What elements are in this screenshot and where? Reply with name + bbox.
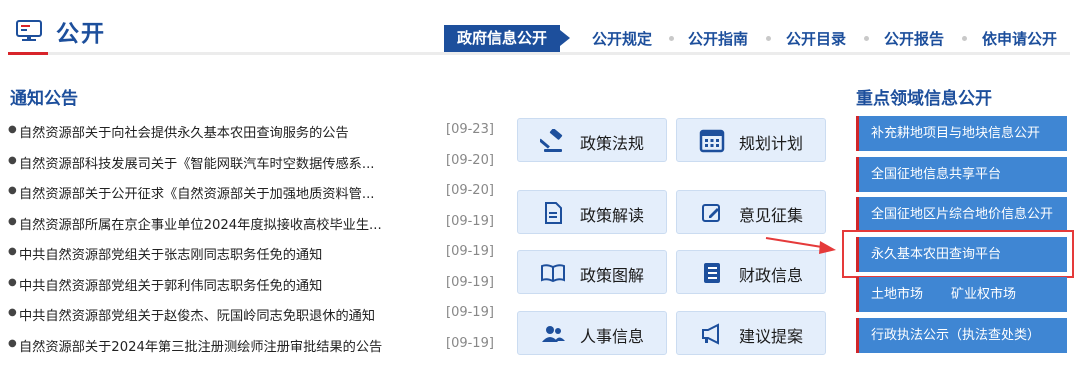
bullet-icon: ●	[8, 154, 17, 166]
notice-link[interactable]: 中共自然资源部党组关于赵俊杰、阮国岭同志免职退休的通知	[19, 305, 424, 324]
bullet-icon: ●	[8, 307, 17, 318]
notice-item[interactable]: ● 自然资源部关于公开征求《自然资源部关于加强地质资料管... [09-20]	[8, 179, 494, 210]
notice-date: [09-19]	[446, 335, 494, 351]
book-icon	[541, 264, 565, 283]
notice-link[interactable]: 自然资源部关于2024年第三批注册测绘师注册审批结果的公告	[19, 336, 424, 355]
service-label: 人事信息	[580, 327, 645, 346]
notice-date: [09-23]	[446, 122, 494, 137]
service-button-personnel-info[interactable]: 人事信息	[517, 311, 667, 355]
service-button-policy-graphics[interactable]: 政策图解	[517, 250, 667, 294]
focus-link-land-acquisition-platform[interactable]: 全国征地信息共享平台	[856, 157, 1067, 192]
notice-link[interactable]: 自然资源部科技发展司关于《智能网联汽车时空数据传感系...	[19, 153, 424, 172]
nav-tab-rules[interactable]: 公开规定	[592, 28, 652, 49]
notices-title: 通知公告	[10, 89, 78, 109]
notice-item[interactable]: ● 自然资源部关于向社会提供永久基本农田查询服务的公告 [09-23]	[8, 118, 494, 149]
notice-date: [09-19]	[446, 305, 494, 320]
notice-item[interactable]: ● 自然资源部科技发展司关于《智能网联汽车时空数据传感系... [09-20]	[8, 149, 494, 180]
edit-icon	[702, 204, 720, 222]
focus-link-market: 土地市场 矿业权市场	[856, 277, 1067, 312]
focus-link-supplementary-farmland[interactable]: 补充耕地项目与地块信息公开	[856, 116, 1067, 151]
focus-link-mining-rights-market[interactable]: 矿业权市场	[951, 287, 1016, 302]
header: 公开 政府信息公开 公开规定 公开指南 公开目录 公开报告 依申请公开	[0, 0, 1080, 62]
notice-item[interactable]: ● 中共自然资源部党组关于张志刚同志职务任免的通知 [09-19]	[8, 240, 494, 271]
notice-date: [09-19]	[446, 213, 494, 229]
notice-date: [09-19]	[446, 244, 494, 259]
nav-tab-catalog[interactable]: 公开目录	[786, 28, 846, 49]
bullet-icon: ●	[8, 246, 17, 257]
notice-item[interactable]: ● 自然资源部关于2024年第三批注册测绘师注册审批结果的公告 [09-19]	[8, 332, 494, 363]
notice-item[interactable]: ● 中共自然资源部党组关于郭利伟同志职务任免的通知 [09-19]	[8, 271, 494, 302]
service-label: 财政信息	[739, 266, 804, 285]
nav-tab-apply[interactable]: 依申请公开	[982, 28, 1057, 49]
service-label: 政策图解	[580, 266, 645, 285]
megaphone-icon	[702, 323, 719, 345]
bullet-icon: ●	[8, 337, 17, 349]
gavel-icon	[540, 129, 563, 152]
bullet-icon: ●	[8, 276, 17, 288]
notice-item[interactable]: ● 中共自然资源部党组关于赵俊杰、阮国岭同志免职退休的通知 [09-19]	[8, 301, 494, 332]
service-button-policy-interpretation[interactable]: 政策解读	[517, 190, 667, 234]
service-label: 规划计划	[739, 134, 804, 153]
service-label: 政策解读	[580, 206, 645, 225]
notice-date: [09-19]	[446, 274, 494, 290]
service-button-policy-regulations[interactable]: 政策法规	[517, 118, 667, 162]
focus-link-land-price-info[interactable]: 全国征地区片综合地价信息公开	[856, 197, 1067, 232]
bullet-icon: ●	[8, 185, 17, 196]
focus-link-law-enforcement[interactable]: 行政执法公示（执法查处类）	[856, 318, 1067, 353]
notice-link[interactable]: 自然资源部关于公开征求《自然资源部关于加强地质资料管...	[19, 183, 424, 202]
notice-link[interactable]: 中共自然资源部党组关于张志刚同志职务任免的通知	[19, 244, 424, 263]
notice-link[interactable]: 自然资源部所属在京企事业单位2024年度拟接收高校毕业生...	[19, 214, 424, 233]
notice-list: ● 自然资源部关于向社会提供永久基本农田查询服务的公告 [09-23] ● 自然资源部…	[8, 118, 494, 362]
nav-tab-guide[interactable]: 公开指南	[688, 28, 748, 49]
calendar-icon	[699, 129, 725, 153]
notice-link[interactable]: 中共自然资源部党组关于郭利伟同志职务任免的通知	[19, 275, 424, 294]
page-title: 公开	[56, 21, 106, 47]
focus-title: 重点领域信息公开	[856, 89, 992, 109]
bullet-icon: ●	[8, 124, 17, 135]
nav-separator-dot	[766, 36, 771, 41]
people-icon	[542, 326, 565, 342]
service-label: 政策法规	[580, 134, 645, 153]
header-divider-accent	[8, 52, 48, 55]
monitor-icon	[16, 20, 42, 41]
arrow-right-icon	[765, 237, 836, 254]
nav-separator-dot	[864, 36, 869, 41]
service-button-finance-info[interactable]: 财政信息	[676, 250, 826, 294]
notice-date: [09-20]	[446, 183, 494, 198]
service-button-planning[interactable]: 规划计划	[676, 118, 826, 162]
ledger-icon	[704, 263, 720, 283]
nav-tab-report[interactable]: 公开报告	[884, 28, 944, 49]
highlight-annotation	[842, 230, 1074, 278]
service-label: 意见征集	[739, 206, 804, 225]
header-divider	[8, 52, 1070, 55]
notice-link[interactable]: 自然资源部关于向社会提供永久基本农田查询服务的公告	[19, 122, 424, 141]
service-button-proposals[interactable]: 建议提案	[676, 311, 826, 355]
document-icon	[545, 202, 562, 224]
focus-link-land-market[interactable]: 土地市场	[871, 287, 923, 302]
notice-date: [09-20]	[446, 152, 494, 168]
service-label: 建议提案	[739, 327, 804, 346]
nav-separator-dot	[669, 36, 674, 41]
bullet-icon: ●	[8, 215, 17, 227]
nav-tab-government-info[interactable]: 政府信息公开	[444, 25, 570, 52]
nav-separator-dot	[962, 36, 967, 41]
notice-item[interactable]: ● 自然资源部所属在京企事业单位2024年度拟接收高校毕业生... [09-19]	[8, 210, 494, 241]
